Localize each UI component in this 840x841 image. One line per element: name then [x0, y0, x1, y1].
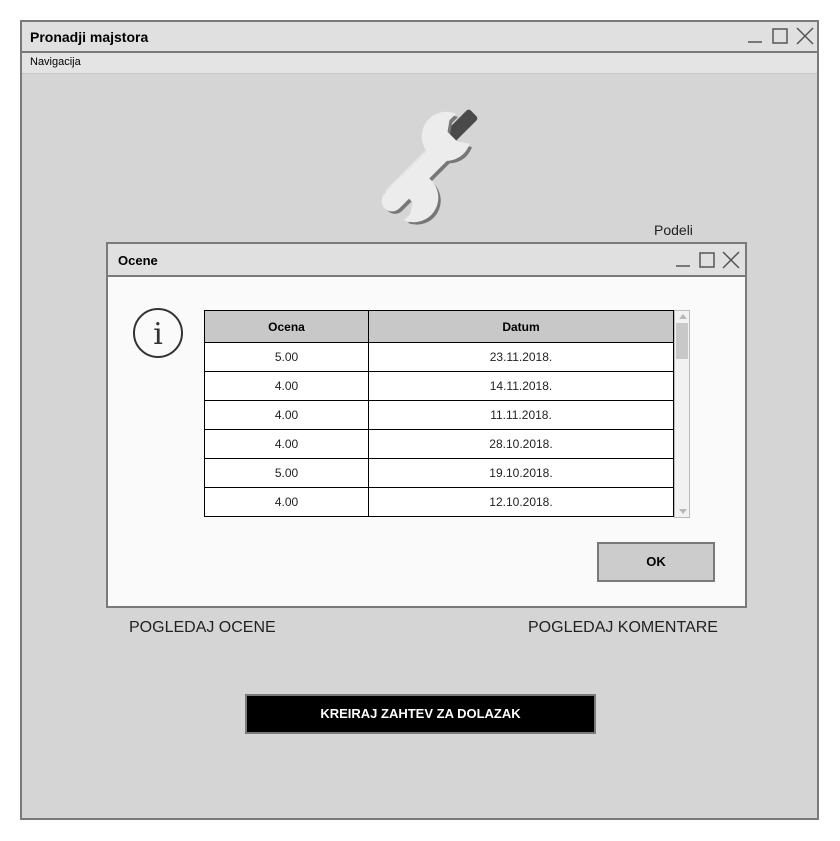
info-icon: i	[133, 308, 183, 358]
column-header-datum[interactable]: Datum	[368, 310, 674, 343]
date-cell: 11.11.2018.	[368, 400, 674, 430]
date-cell: 19.10.2018.	[368, 458, 674, 488]
date-cell: 23.11.2018.	[368, 342, 674, 372]
scroll-up-icon[interactable]	[679, 314, 687, 319]
menu-bar: Navigacija	[22, 53, 817, 74]
table-row[interactable]: 4.00 12.10.2018.	[204, 487, 674, 517]
ok-button[interactable]: OK	[597, 542, 715, 582]
dialog-titlebar: Ocene	[108, 244, 745, 277]
ratings-dialog: Ocene i Ocena Datum 5.00 23.11.2018. 4.0…	[106, 242, 747, 608]
rating-cell: 5.00	[204, 458, 369, 488]
window-titlebar: Pronadji majstora	[22, 22, 817, 53]
maximize-icon[interactable]	[770, 26, 790, 46]
table-row[interactable]: 5.00 19.10.2018.	[204, 458, 674, 488]
table-row[interactable]: 4.00 11.11.2018.	[204, 400, 674, 430]
rating-cell: 4.00	[204, 371, 369, 401]
create-request-button[interactable]: KREIRAJ ZAHTEV ZA DOLAZAK	[245, 694, 596, 734]
rating-cell: 5.00	[204, 342, 369, 372]
close-icon[interactable]	[795, 26, 815, 46]
ratings-table: Ocena Datum 5.00 23.11.2018. 4.00 14.11.…	[204, 310, 690, 520]
scroll-down-icon[interactable]	[679, 509, 687, 514]
svg-text:i: i	[153, 317, 163, 352]
date-cell: 14.11.2018.	[368, 371, 674, 401]
view-comments-link[interactable]: POGLEDAJ KOMENTARE	[528, 619, 718, 637]
table-header-row: Ocena Datum	[204, 310, 674, 343]
dialog-title: Ocene	[118, 253, 158, 268]
view-ratings-link[interactable]: POGLEDAJ OCENE	[129, 619, 276, 637]
rating-cell: 4.00	[204, 487, 369, 517]
minimize-icon[interactable]	[674, 251, 692, 269]
date-cell: 28.10.2018.	[368, 429, 674, 459]
rating-cell: 4.00	[204, 400, 369, 430]
minimize-icon[interactable]	[745, 26, 765, 46]
wrench-screwdriver-icon	[381, 109, 478, 225]
table-scrollbar[interactable]	[674, 310, 690, 518]
column-header-ocena[interactable]: Ocena	[204, 310, 369, 343]
main-window: Pronadji majstora Navigacija Podeli Ocen…	[20, 20, 819, 820]
table-row[interactable]: 4.00 28.10.2018.	[204, 429, 674, 459]
maximize-icon[interactable]	[698, 251, 716, 269]
date-cell: 12.10.2018.	[368, 487, 674, 517]
window-title: Pronadji majstora	[30, 29, 149, 45]
share-link[interactable]: Podeli	[654, 222, 693, 238]
table-row[interactable]: 5.00 23.11.2018.	[204, 342, 674, 372]
rating-cell: 4.00	[204, 429, 369, 459]
menu-item-navigacija[interactable]: Navigacija	[30, 56, 81, 68]
scrollbar-thumb[interactable]	[676, 323, 688, 359]
table-row[interactable]: 4.00 14.11.2018.	[204, 371, 674, 401]
close-icon[interactable]	[722, 251, 740, 269]
